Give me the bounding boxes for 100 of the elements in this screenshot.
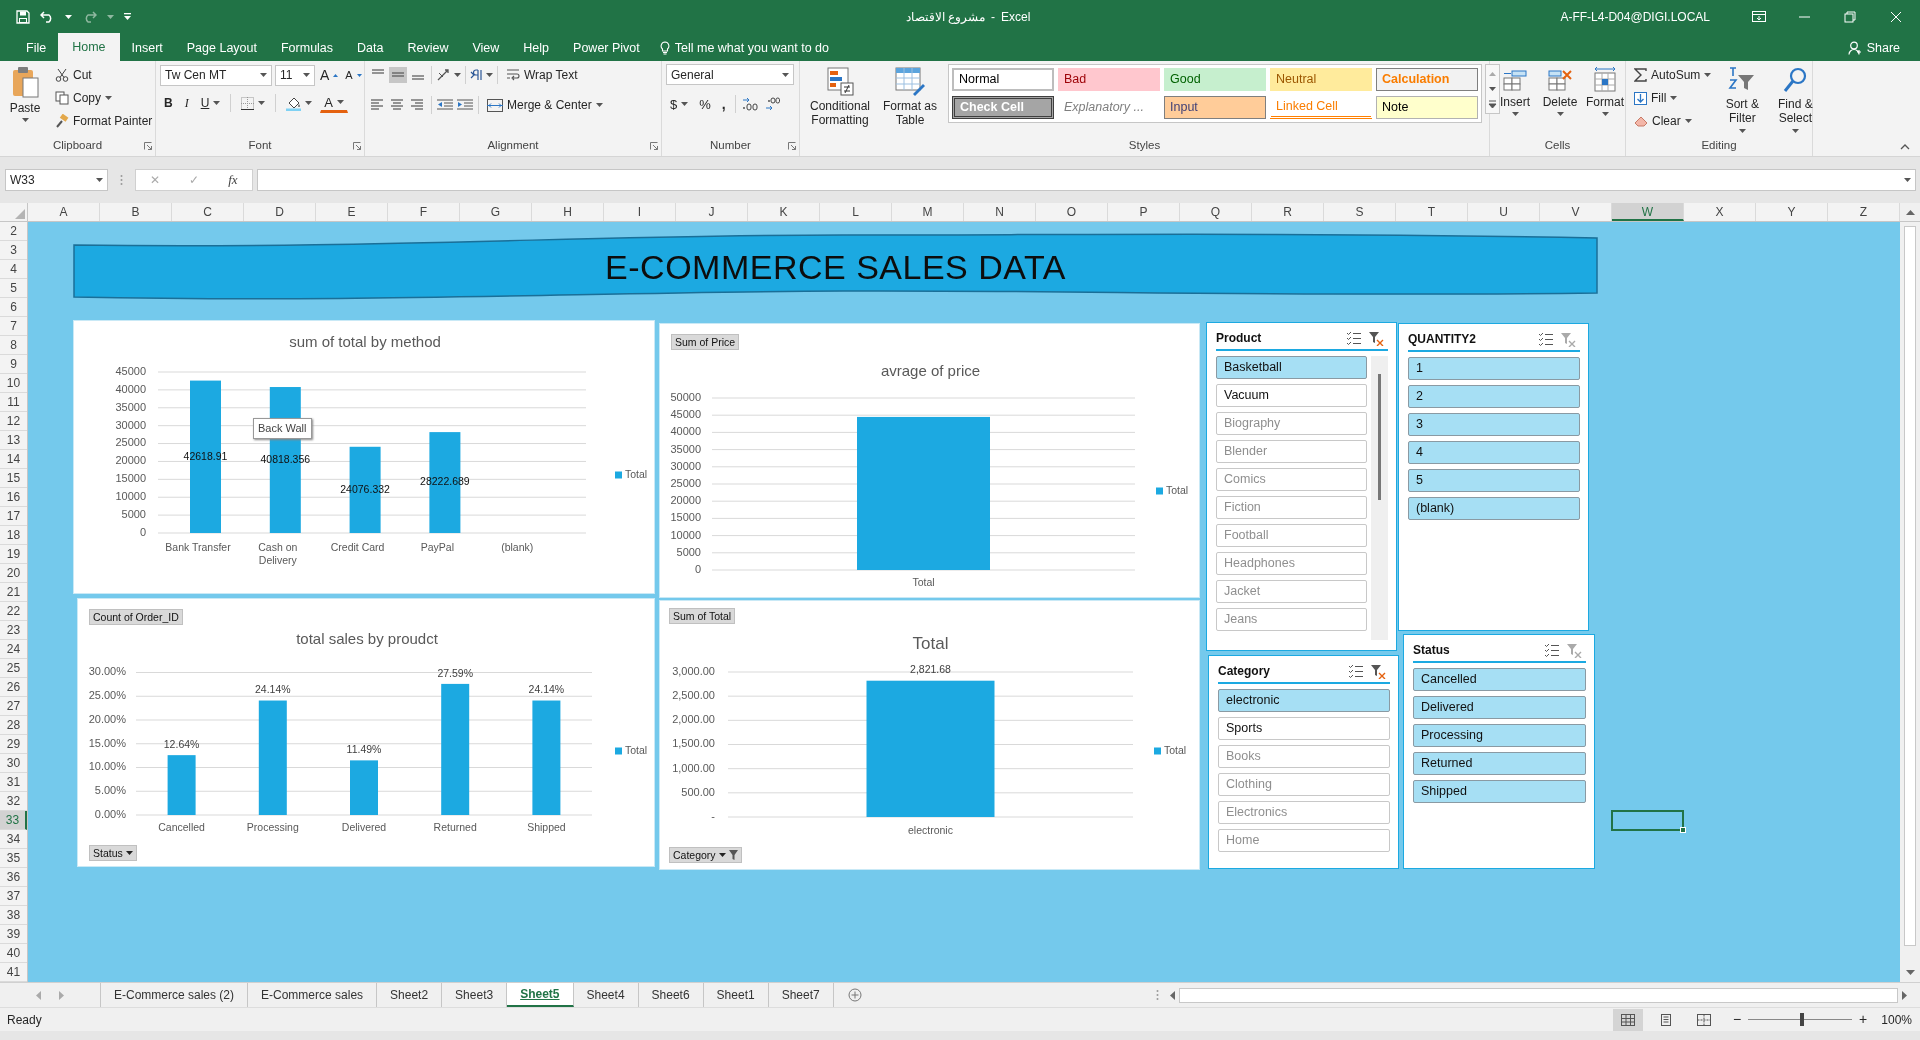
ribbon-tab[interactable]: Review [395, 35, 461, 61]
drag-handle-icon[interactable] [1155, 989, 1159, 1001]
row-header[interactable]: 39 [0, 925, 27, 944]
more-icon[interactable] [1488, 98, 1497, 110]
decrease-indent-icon[interactable] [436, 98, 454, 112]
multi-select-icon[interactable] [1348, 664, 1363, 678]
caret-icon[interactable] [337, 100, 344, 104]
scrollbar[interactable] [1178, 987, 1898, 1003]
cell-style-option[interactable]: Neutral [1270, 68, 1372, 91]
row-header[interactable]: 23 [0, 621, 27, 640]
field-button[interactable]: Count of Order_ID [89, 609, 183, 625]
restore-icon[interactable] [1844, 10, 1858, 23]
row-header[interactable]: 18 [0, 526, 27, 545]
caret-icon[interactable] [1670, 96, 1678, 100]
caret-icon[interactable] [125, 851, 133, 855]
slicer-item[interactable]: electronic [1218, 689, 1390, 712]
field-button[interactable]: Sum of Total [669, 608, 736, 624]
column-header[interactable]: O [1036, 203, 1108, 221]
shrink-font-button[interactable]: A [343, 64, 364, 86]
field-button[interactable]: Sum of Price [671, 334, 740, 350]
bold-button[interactable]: B [160, 92, 177, 114]
scroll-down-icon[interactable] [1905, 970, 1915, 976]
slicer-item[interactable]: Basketball [1216, 356, 1367, 379]
slicer-item[interactable]: 3 [1408, 413, 1580, 436]
row-header[interactable]: 38 [0, 906, 27, 925]
cells-button[interactable]: Format [1584, 64, 1626, 119]
orientation-icon[interactable] [436, 68, 452, 82]
caret-icon[interactable] [105, 96, 112, 100]
row-header[interactable]: 10 [0, 374, 27, 393]
italic-button[interactable]: I [180, 92, 193, 114]
ribbon-tab[interactable]: Help [511, 35, 562, 61]
row-header[interactable]: 37 [0, 887, 27, 906]
row-header[interactable]: 9 [0, 355, 27, 374]
row-header[interactable]: 36 [0, 868, 27, 887]
slicer-item[interactable]: 4 [1408, 441, 1580, 464]
row-header[interactable]: 34 [0, 830, 27, 849]
save-icon[interactable] [16, 9, 30, 24]
number-format-field[interactable]: General [666, 64, 794, 85]
name-box[interactable]: W33 [5, 169, 108, 191]
slicer-item[interactable]: 1 [1408, 357, 1580, 380]
slicer-item[interactable]: Returned [1413, 752, 1586, 775]
text-direction-icon[interactable] [470, 68, 484, 82]
cell-style-option[interactable]: Normal [952, 68, 1054, 91]
column-header[interactable]: L [820, 203, 892, 221]
row-header[interactable]: 27 [0, 697, 27, 716]
column-header[interactable]: I [604, 203, 676, 221]
collapse-ribbon-icon[interactable] [1900, 144, 1910, 150]
fill-button[interactable]: Fill [1630, 87, 1716, 109]
clear-filter-icon[interactable] [1369, 330, 1384, 346]
column-header[interactable]: T [1396, 203, 1468, 221]
slicer-item[interactable]: Shipped [1413, 780, 1586, 803]
field-button[interactable]: Status [89, 845, 137, 861]
wrap-text-button[interactable]: Wrap Text [502, 64, 582, 86]
field-button[interactable]: Category [669, 847, 742, 863]
dialog-launcher-icon[interactable] [353, 142, 361, 150]
scroll-up-icon[interactable] [1905, 209, 1915, 215]
ribbon-tab[interactable]: Page Layout [174, 35, 269, 61]
cell-style-option[interactable]: Input [1164, 96, 1266, 119]
cells-button[interactable]: Delete [1539, 64, 1581, 119]
currency-button[interactable]: $ [666, 93, 693, 115]
clear-filter-icon[interactable] [1371, 663, 1386, 679]
copy-button[interactable]: Copy [51, 87, 157, 109]
scroll-left-icon[interactable] [1168, 990, 1175, 1000]
row-header[interactable]: 22 [0, 602, 27, 621]
zoom-out-button[interactable]: − [1732, 1009, 1742, 1030]
column-header[interactable]: Q [1180, 203, 1252, 221]
caret-icon[interactable] [718, 853, 726, 857]
drag-handle-icon[interactable] [120, 174, 123, 186]
row-header[interactable]: 14 [0, 450, 27, 469]
caret-icon[interactable] [1511, 112, 1519, 117]
row-header[interactable]: 26 [0, 678, 27, 697]
row-header[interactable]: 33 [0, 811, 27, 830]
row-header[interactable]: 4 [0, 260, 27, 279]
row-header[interactable]: 30 [0, 754, 27, 773]
zoom-in-button[interactable]: + [1859, 1009, 1868, 1030]
cells-button[interactable]: Insert [1494, 64, 1536, 119]
row-header[interactable]: 13 [0, 431, 27, 450]
customize-icon[interactable] [124, 12, 131, 21]
font-name-field[interactable]: Tw Cen MT [160, 64, 272, 86]
column-header[interactable]: H [532, 203, 604, 221]
ribbon-tab[interactable]: Insert [119, 35, 175, 61]
autosum-button[interactable]: AutoSum [1630, 64, 1716, 86]
row-header[interactable]: 15 [0, 469, 27, 488]
format-painter-button[interactable]: Format Painter [51, 110, 157, 132]
row-header[interactable]: 21 [0, 583, 27, 602]
ribbon-tab[interactable]: Formulas [268, 35, 346, 61]
underline-button[interactable]: U [196, 92, 225, 114]
column-header[interactable]: G [460, 203, 532, 221]
clear-button[interactable]: Clear [1630, 110, 1716, 132]
slider-thumb[interactable] [1800, 1013, 1805, 1026]
conditional-formatting-button[interactable]: Conditional Formatting [804, 64, 876, 130]
row-header[interactable]: 28 [0, 716, 27, 735]
caret-icon[interactable] [782, 72, 789, 77]
close-icon[interactable] [1890, 10, 1904, 23]
dialog-launcher-icon[interactable] [650, 142, 658, 150]
caret-icon[interactable] [303, 73, 310, 77]
row-header[interactable]: 5 [0, 279, 27, 298]
multi-select-icon[interactable] [1544, 643, 1559, 657]
caret-icon[interactable] [260, 73, 267, 77]
caret-icon[interactable] [486, 73, 493, 77]
